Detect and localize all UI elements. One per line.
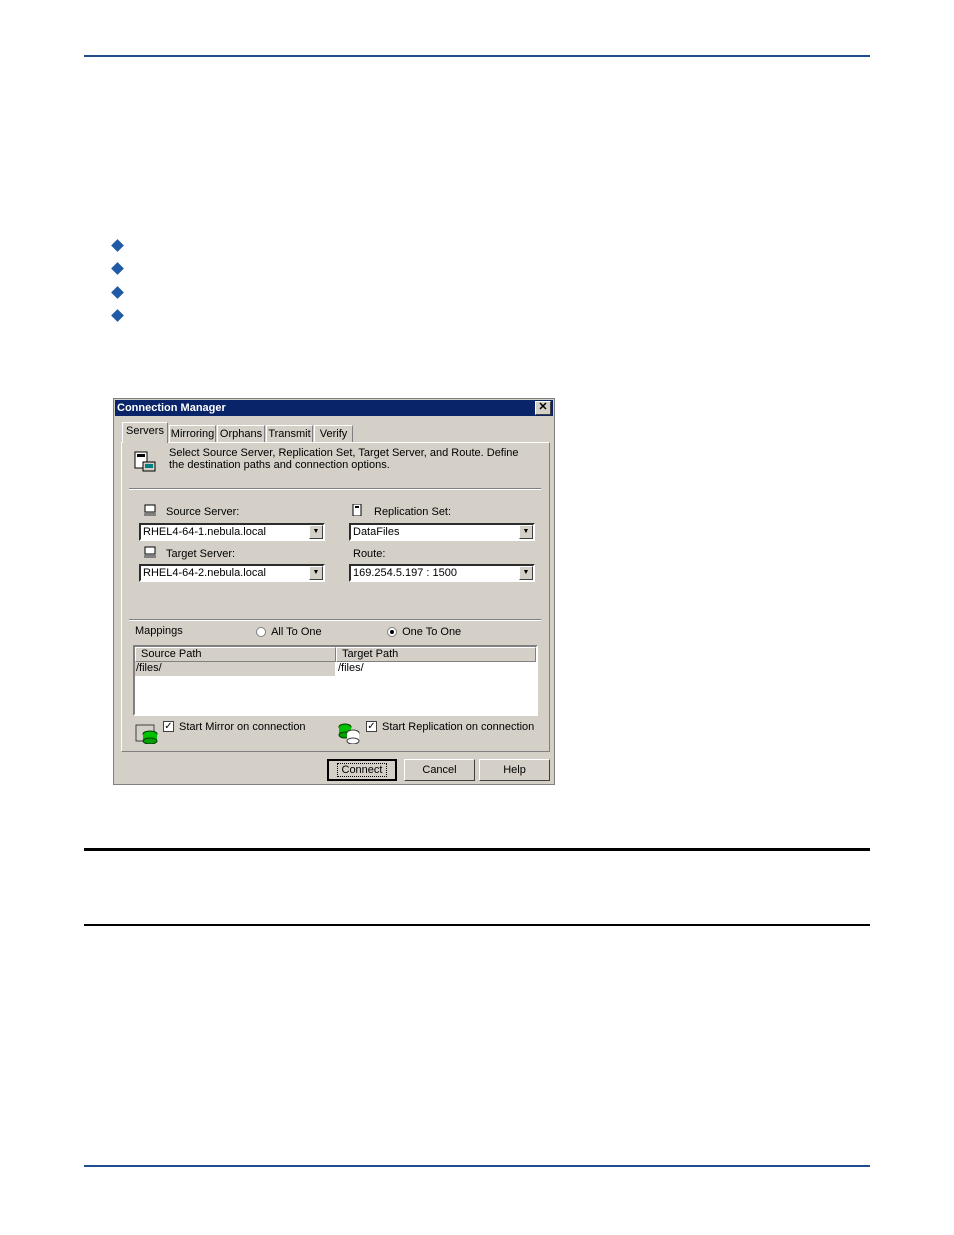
chevron-down-icon[interactable]: ▼ <box>309 525 323 539</box>
dialog-description: Select Source Server, Replication Set, T… <box>169 447 519 471</box>
target-server-icon <box>144 546 156 558</box>
connection-manager-dialog: Connection Manager ✕ Servers Mirroring O… <box>113 398 555 785</box>
radio-one-to-one[interactable]: One To One <box>387 626 461 638</box>
cancel-button[interactable]: Cancel <box>404 759 475 781</box>
column-header-source-path[interactable]: Source Path <box>135 647 336 662</box>
row-source-path: /files/ <box>135 662 335 676</box>
mirror-icon <box>135 724 158 744</box>
replication-set-label: Replication Set: <box>374 506 452 518</box>
check-icon: ✓ <box>164 721 173 732</box>
bullet-2 <box>111 262 124 275</box>
route-label: Route: <box>353 548 386 560</box>
tab-verify[interactable]: Verify <box>314 425 353 442</box>
separator-top <box>129 488 541 490</box>
source-server-icon <box>144 504 156 516</box>
replication-icon <box>338 723 360 744</box>
footer-rule <box>84 1165 870 1167</box>
source-server-label: Source Server: <box>166 506 240 518</box>
dialog-titlebar: Connection Manager ✕ <box>115 400 553 416</box>
route-dropdown[interactable]: 169.254.5.197 : 1500 ▼ <box>349 564 535 582</box>
connect-button[interactable]: Connect <box>327 759 397 781</box>
column-header-target-path[interactable]: Target Path <box>336 647 536 662</box>
header-rule <box>84 55 870 57</box>
replication-set-dropdown[interactable]: DataFiles ▼ <box>349 523 535 541</box>
divider-thick <box>84 848 870 851</box>
target-server-dropdown[interactable]: RHEL4-64-2.nebula.local ▼ <box>139 564 325 582</box>
tab-mirroring[interactable]: Mirroring <box>169 425 216 442</box>
radio-all-to-one-label: All To One <box>271 626 322 638</box>
chevron-down-icon[interactable]: ▼ <box>519 525 533 539</box>
connect-button-label: Connect <box>336 763 388 777</box>
divider-thin <box>84 924 870 926</box>
start-replication-label: Start Replication on connection <box>382 721 535 733</box>
servers-icon <box>134 451 156 472</box>
separator-mappings <box>129 619 541 621</box>
table-row[interactable]: /files/ /files/ <box>135 662 536 676</box>
start-mirror-checkbox[interactable]: ✓ <box>163 721 174 732</box>
tab-transmit[interactable]: Transmit <box>266 425 313 442</box>
target-server-value: RHEL4-64-2.nebula.local <box>143 567 266 579</box>
chevron-down-icon[interactable]: ▼ <box>309 566 323 580</box>
dialog-title: Connection Manager <box>117 402 226 414</box>
start-mirror-label: Start Mirror on connection <box>179 721 306 733</box>
replication-set-icon <box>352 504 362 516</box>
close-button[interactable]: ✕ <box>535 401 551 415</box>
bullet-1 <box>111 239 124 252</box>
radio-all-to-one[interactable]: All To One <box>256 626 322 638</box>
start-replication-checkbox[interactable]: ✓ <box>366 721 377 732</box>
radio-all-to-one-button[interactable] <box>256 627 266 638</box>
radio-one-to-one-label: One To One <box>402 626 462 638</box>
tab-servers[interactable]: Servers <box>122 422 168 443</box>
mappings-listview[interactable]: Source Path Target Path /files/ /files/ <box>133 645 538 716</box>
target-server-label: Target Server: <box>166 548 236 560</box>
source-server-value: RHEL4-64-1.nebula.local <box>143 526 266 538</box>
route-value: 169.254.5.197 : 1500 <box>353 567 457 579</box>
chevron-down-icon[interactable]: ▼ <box>519 566 533 580</box>
bullet-3 <box>111 286 124 299</box>
radio-one-to-one-button[interactable] <box>387 627 397 638</box>
row-target-path: /files/ <box>338 662 364 674</box>
tab-orphans[interactable]: Orphans <box>217 425 265 442</box>
check-icon: ✓ <box>367 721 376 732</box>
bullet-4 <box>111 309 124 322</box>
replication-set-value: DataFiles <box>353 526 400 538</box>
close-icon: ✕ <box>538 401 548 413</box>
source-server-dropdown[interactable]: RHEL4-64-1.nebula.local ▼ <box>139 523 325 541</box>
mappings-label: Mappings <box>135 625 183 637</box>
help-button[interactable]: Help <box>479 759 550 781</box>
